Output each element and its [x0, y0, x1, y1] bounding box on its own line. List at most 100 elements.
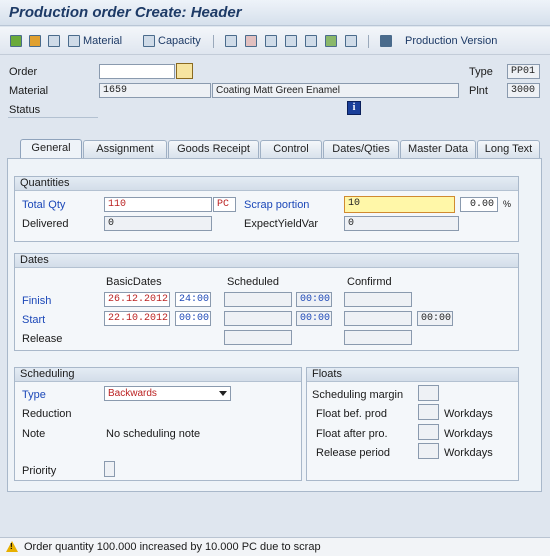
status-bar: Order quantity 100.000 increased by 10.0… [0, 537, 550, 556]
status-label: Status [9, 104, 41, 116]
priority-field[interactable] [104, 461, 115, 477]
material-icon [68, 35, 80, 47]
expect-yield-field: 0 [344, 216, 459, 231]
capacity-icon [143, 35, 155, 47]
type-label: Type [469, 66, 493, 78]
release-period-field[interactable] [418, 443, 439, 459]
float-before-unit: Workdays [444, 408, 493, 420]
start-scheduled-date [224, 311, 292, 326]
material-field: 1659 [99, 83, 211, 98]
tab-master-data[interactable]: Master Data [400, 140, 476, 158]
warning-icon [6, 541, 18, 552]
scheduling-group: Scheduling [14, 367, 302, 481]
scheduling-note-value: No scheduling note [106, 428, 201, 440]
scheduling-type-label: Type [22, 389, 46, 401]
release-label: Release [22, 333, 63, 345]
documents-icon[interactable] [305, 34, 317, 48]
order-label: Order [9, 66, 38, 78]
reduction-label: Reduction [22, 408, 72, 420]
release-period-unit: Workdays [444, 447, 493, 459]
scrap-portion-label: Scrap portion [244, 199, 310, 211]
quantities-title: Quantities [15, 177, 518, 191]
status-underline [8, 117, 98, 118]
toolbar-separator [213, 35, 214, 48]
start-confirmed-time: 00:00 [417, 311, 453, 326]
finish-time-field[interactable]: 24:00 [175, 292, 211, 307]
float-before-label: Float bef. prod [316, 408, 387, 420]
finish-date-field[interactable]: 26.12.2012 [104, 292, 170, 307]
plant-label: Plnt [469, 85, 488, 97]
edit-icon[interactable] [176, 63, 193, 79]
percent-sign: % [503, 199, 512, 209]
tab-dates-qties[interactable]: Dates/Qties [323, 140, 399, 158]
release-period-label: Release period [316, 447, 390, 459]
floats-group: Floats [306, 367, 519, 481]
page-title: Production order Create: Header [9, 4, 242, 21]
basic-dates-header: BasicDates [106, 276, 162, 288]
float-after-unit: Workdays [444, 428, 493, 440]
finish-confirmed-date [344, 292, 412, 307]
start-time-field[interactable]: 00:00 [175, 311, 211, 326]
title-bar: Production order Create: Header [0, 0, 550, 26]
toolbar-separator [368, 35, 369, 48]
finish-label: Finish [22, 295, 52, 307]
tab-goods-receipt[interactable]: Goods Receipt [168, 140, 259, 158]
start-date-field[interactable]: 22.10.2012 [104, 311, 170, 326]
scheduling-title: Scheduling [15, 368, 301, 382]
grid-icon [380, 35, 392, 47]
production-version-button[interactable]: Production Version [380, 34, 497, 48]
scheduling-margin-label: Scheduling margin [312, 389, 404, 401]
capacity-button[interactable]: Capacity [143, 34, 201, 48]
material-description: Coating Matt Green Enamel [212, 83, 459, 98]
scheduling-margin-field[interactable] [418, 385, 439, 401]
operations-icon[interactable] [225, 34, 237, 48]
prt-icon[interactable] [285, 34, 297, 48]
scrap-percent-field[interactable]: 0.00 [460, 197, 498, 212]
sequences-icon[interactable] [265, 34, 277, 48]
float-before-field[interactable] [418, 404, 439, 420]
plant-field: 3000 [507, 83, 540, 98]
scrap-portion-field[interactable]: 10 [344, 196, 455, 213]
cost-icon[interactable] [345, 34, 357, 48]
calculator-icon[interactable] [48, 34, 60, 48]
finish-scheduled-time: 00:00 [296, 292, 332, 307]
floats-title: Floats [307, 368, 518, 382]
float-after-label: Float after pro. [316, 428, 388, 440]
tab-control[interactable]: Control [260, 140, 322, 158]
check-icon[interactable] [29, 34, 41, 48]
total-qty-label: Total Qty [22, 199, 66, 211]
note-label: Note [22, 428, 46, 440]
start-confirmed-date [344, 311, 412, 326]
order-field[interactable] [99, 64, 175, 79]
components-icon[interactable] [245, 34, 257, 48]
tab-general[interactable]: General [20, 139, 82, 159]
start-label: Start [22, 314, 46, 326]
dates-title: Dates [15, 254, 518, 268]
flag-icon[interactable] [10, 34, 22, 48]
material-label: Material [9, 85, 49, 97]
priority-label: Priority [22, 465, 57, 477]
application-toolbar: Material Capacity Production Version [0, 27, 550, 55]
release-confirmed-date [344, 330, 412, 345]
copy-icon[interactable] [325, 34, 337, 48]
delivered-field: 0 [104, 216, 212, 231]
release-scheduled-date [224, 330, 292, 345]
confirmed-header: Confirmd [347, 276, 392, 288]
scheduling-type-dropdown[interactable]: Backwards [104, 386, 231, 401]
chevron-down-icon[interactable] [219, 391, 227, 396]
info-icon[interactable]: i [347, 101, 361, 115]
total-qty-field[interactable]: 110 [104, 197, 212, 212]
float-after-field[interactable] [418, 424, 439, 440]
material-button[interactable]: Material [68, 34, 122, 48]
start-scheduled-time: 00:00 [296, 311, 332, 326]
expect-yield-label: ExpectYieldVar [244, 218, 318, 230]
delivered-label: Delivered [22, 218, 69, 230]
status-message[interactable]: Order quantity 100.000 increased by 10.0… [24, 541, 321, 553]
tab-long-text[interactable]: Long Text [477, 140, 540, 158]
tab-strip: General Assignment Goods Receipt Control… [10, 139, 540, 159]
unit-field[interactable]: PC [213, 197, 236, 212]
finish-scheduled-date [224, 292, 292, 307]
scheduled-header: Scheduled [227, 276, 279, 288]
tab-assignment[interactable]: Assignment [83, 140, 167, 158]
order-type-field: PP01 [507, 64, 540, 79]
